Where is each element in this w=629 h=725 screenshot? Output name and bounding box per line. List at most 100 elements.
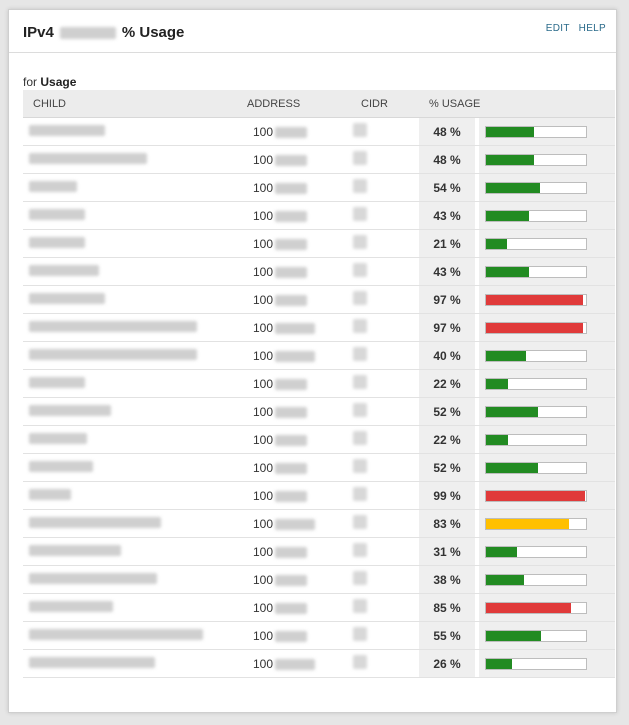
child-cell[interactable] [23, 313, 237, 342]
column-address[interactable]: ADDRESS [237, 90, 351, 118]
column-cidr[interactable]: CIDR [351, 90, 419, 118]
usage-bar-cell [479, 145, 615, 174]
usage-percent: 40 % [419, 341, 475, 370]
child-cell[interactable] [23, 621, 237, 650]
table-row[interactable]: 100 54 % [23, 173, 615, 202]
child-cell[interactable] [23, 453, 237, 482]
usage-bar-track [485, 405, 587, 418]
address-prefix: 100 [253, 404, 274, 419]
help-link[interactable]: HELP [579, 23, 606, 34]
usage-bar-fill [486, 406, 538, 417]
cidr-cell [351, 593, 419, 622]
address-prefix: 100 [253, 628, 274, 643]
child-cell[interactable] [23, 537, 237, 566]
table-row[interactable]: 100 97 % [23, 313, 615, 342]
usage-percent: 83 % [419, 509, 475, 538]
table-row[interactable]: 100 21 % [23, 229, 615, 258]
child-cell[interactable] [23, 397, 237, 426]
table-row[interactable]: 100 38 % [23, 565, 615, 594]
child-cell[interactable] [23, 285, 237, 314]
table-row[interactable]: 100 26 % [23, 649, 615, 678]
address-prefix: 100 [253, 348, 274, 363]
child-cell[interactable] [23, 425, 237, 454]
column-child[interactable]: CHILD [23, 90, 237, 118]
child-cell[interactable] [23, 481, 237, 510]
panel-header: IPv4 % Usage EDIT HELP [9, 10, 616, 53]
table-row[interactable]: 100 22 % [23, 369, 615, 398]
usage-bar-track [485, 433, 587, 446]
redacted-cidr [353, 179, 367, 193]
redacted-cidr [353, 207, 367, 221]
child-cell[interactable] [23, 173, 237, 202]
usage-bar-fill [486, 378, 508, 389]
child-cell[interactable] [23, 201, 237, 230]
address-cell: 100 [237, 593, 351, 622]
column-usage[interactable]: % USAGE [419, 90, 615, 118]
table-row[interactable]: 100 55 % [23, 621, 615, 650]
child-cell[interactable] [23, 229, 237, 258]
usage-bar-track [485, 657, 587, 670]
table-row[interactable]: 100 22 % [23, 425, 615, 454]
address-cell: 100 [237, 313, 351, 342]
table-row[interactable]: 100 43 % [23, 201, 615, 230]
usage-bar-track [485, 489, 587, 502]
usage-bar-cell [479, 369, 615, 398]
redacted-child-name [29, 208, 85, 220]
usage-bar-fill [486, 518, 569, 529]
table-row[interactable]: 100 99 % [23, 481, 615, 510]
usage-percent: 48 % [419, 117, 475, 146]
table-row[interactable]: 100 48 % [23, 117, 615, 146]
child-cell[interactable] [23, 593, 237, 622]
child-cell[interactable] [23, 257, 237, 286]
table-row[interactable]: 100 97 % [23, 285, 615, 314]
redacted-title-text [59, 26, 116, 39]
usage-percent: 85 % [419, 593, 475, 622]
table-row[interactable]: 100 31 % [23, 537, 615, 566]
usage-bar-track [485, 265, 587, 278]
child-cell[interactable] [23, 145, 237, 174]
cidr-cell [351, 117, 419, 146]
redacted-child-name [29, 376, 85, 388]
edit-link[interactable]: EDIT [546, 23, 570, 34]
usage-bar-fill [486, 294, 583, 305]
panel-title: IPv4 % Usage [23, 24, 184, 41]
child-cell[interactable] [23, 117, 237, 146]
table-row[interactable]: 100 48 % [23, 145, 615, 174]
usage-bar-track [485, 237, 587, 250]
usage-percent: 38 % [419, 565, 475, 594]
redacted-cidr [353, 543, 367, 557]
usage-percent: 43 % [419, 201, 475, 230]
child-cell[interactable] [23, 565, 237, 594]
usage-bar-cell [479, 397, 615, 426]
child-cell[interactable] [23, 649, 237, 678]
redacted-cidr [353, 319, 367, 333]
address-prefix: 100 [253, 460, 274, 475]
redacted-address [275, 126, 308, 138]
cidr-cell [351, 621, 419, 650]
redacted-child-name [29, 628, 203, 640]
table-row[interactable]: 100 43 % [23, 257, 615, 286]
table-row[interactable]: 100 52 % [23, 397, 615, 426]
redacted-cidr [353, 515, 367, 529]
redacted-address [275, 210, 308, 222]
cidr-cell [351, 565, 419, 594]
address-prefix: 100 [253, 208, 274, 223]
redacted-cidr [353, 347, 367, 361]
usage-bar-track [485, 461, 587, 474]
table-row[interactable]: 100 40 % [23, 341, 615, 370]
child-cell[interactable] [23, 509, 237, 538]
address-cell: 100 [237, 397, 351, 426]
child-cell[interactable] [23, 341, 237, 370]
redacted-address [275, 462, 308, 474]
table-row[interactable]: 100 83 % [23, 509, 615, 538]
usage-bar-cell [479, 201, 615, 230]
address-cell: 100 [237, 369, 351, 398]
table-header-row: CHILD ADDRESS CIDR % USAGE [23, 90, 615, 118]
redacted-cidr [353, 487, 367, 501]
child-cell[interactable] [23, 369, 237, 398]
usage-bar-cell [479, 509, 615, 538]
usage-bar-cell [479, 313, 615, 342]
table-row[interactable]: 100 52 % [23, 453, 615, 482]
table-row[interactable]: 100 85 % [23, 593, 615, 622]
redacted-child-name [29, 544, 121, 556]
